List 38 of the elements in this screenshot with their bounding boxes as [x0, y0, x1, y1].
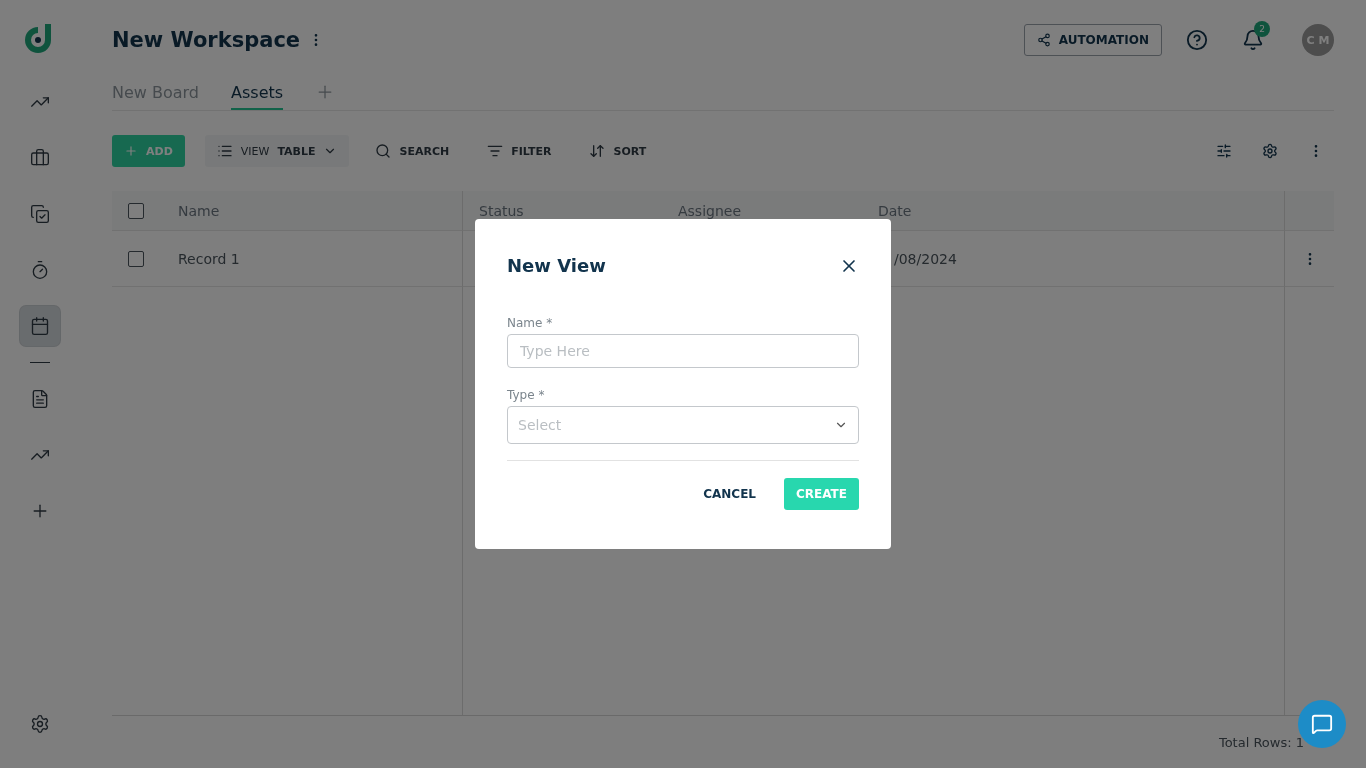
table-cell: /08/2024 — [894, 250, 957, 267]
column-header: Date — [862, 191, 1284, 231]
help-icon[interactable] — [1186, 29, 1208, 51]
cancel-button[interactable]: CANCEL — [691, 478, 768, 510]
table-cell: Record 1 — [178, 250, 240, 267]
automation-button[interactable]: AUTOMATION — [1023, 24, 1162, 56]
checklist-icon — [30, 204, 50, 224]
board-tab[interactable]: New Board — [112, 83, 199, 110]
board-tab[interactable]: Assets — [231, 83, 284, 110]
chat-icon — [1311, 713, 1333, 735]
notification-badge: 2 — [1254, 21, 1270, 37]
field-label: Type * — [507, 388, 546, 402]
document-icon — [30, 389, 50, 409]
plus-icon — [124, 144, 138, 158]
workspace-title: New Workspace — [112, 28, 301, 52]
search-button[interactable]: SEARCH — [363, 135, 462, 167]
field-label: Name * — [507, 316, 554, 330]
sliders-icon[interactable] — [1216, 143, 1232, 159]
nodes-icon — [1036, 33, 1051, 47]
filter-button[interactable]: FILTER — [475, 135, 564, 167]
total-rows: Total Rows: 1 — [1218, 734, 1304, 750]
view-table-button[interactable]: VIEW TABLE — [204, 135, 350, 167]
chat-button[interactable] — [1298, 700, 1346, 748]
sort-icon — [589, 143, 606, 159]
search-icon — [375, 143, 392, 159]
name-input[interactable]: Type Here — [507, 334, 859, 368]
calendar-icon — [30, 316, 50, 336]
filter-icon — [487, 143, 504, 159]
timer-icon — [30, 260, 50, 280]
sidebar-item[interactable] — [20, 306, 60, 346]
row-checkbox[interactable] — [128, 250, 144, 267]
select-all-checkbox[interactable] — [128, 202, 144, 219]
list-icon — [216, 143, 233, 159]
sort-button[interactable]: SORT — [577, 135, 659, 167]
dialog-title: New View — [507, 255, 606, 276]
settings-icon[interactable] — [1262, 143, 1278, 159]
column-header: Name — [162, 191, 462, 231]
briefcase-icon — [30, 148, 50, 168]
